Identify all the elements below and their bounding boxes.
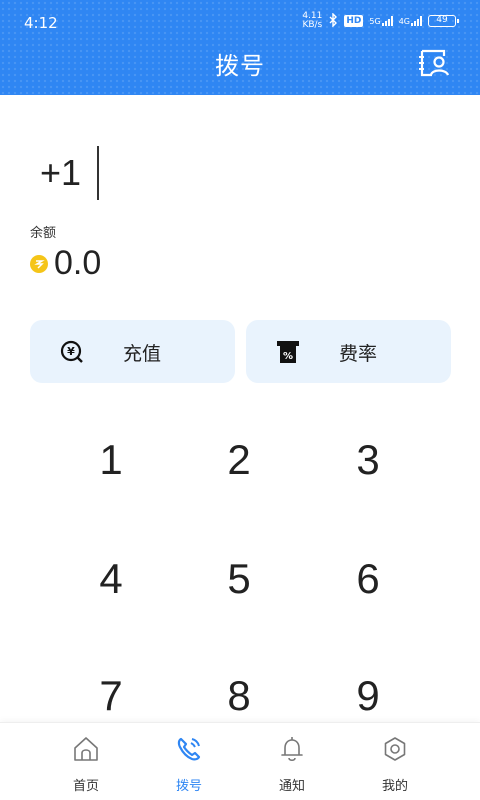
page-title: 拨号 <box>215 52 265 80</box>
nav-label-notifications: 通知 <box>278 779 305 794</box>
dial-number-input[interactable]: +1 <box>40 145 100 200</box>
recharge-icon: ¥ <box>60 340 83 363</box>
country-code[interactable]: +1 <box>40 152 81 194</box>
status-bar: 4:12 4.11 KB/s HD 5G 4G 49 <box>0 0 480 44</box>
balance-row: 0.0 <box>30 244 101 283</box>
bell-icon <box>281 737 303 762</box>
keypad-key-1[interactable]: 1 <box>51 420 171 500</box>
nav-item-home[interactable]: 首页 <box>31 733 141 795</box>
nav-label-dial: 拨号 <box>175 779 202 794</box>
recharge-button[interactable]: ¥ 充值 <box>30 320 235 383</box>
nav-item-profile[interactable]: 我的 <box>340 733 450 795</box>
nav-item-dial[interactable]: 拨号 <box>134 733 244 795</box>
keypad-key-3[interactable]: 3 <box>308 420 428 500</box>
signal-5g: 5G <box>369 16 393 26</box>
keypad-key-6[interactable]: 6 <box>308 539 428 619</box>
signal-bars-icon <box>381 16 393 26</box>
status-time: 4:12 <box>24 14 58 32</box>
coin-icon <box>30 254 48 273</box>
svg-text:%: % <box>283 351 293 362</box>
signal-4g: 4G <box>399 16 422 26</box>
svg-text:¥: ¥ <box>67 345 75 358</box>
recharge-label: 充值 <box>123 343 162 365</box>
status-icons: 4.11 KB/s HD 5G 4G 49 <box>302 11 459 30</box>
signal-bars-icon <box>411 16 422 26</box>
nav-label-profile: 我的 <box>381 779 408 794</box>
balance-value: 0.0 <box>54 244 102 282</box>
bluetooth-icon <box>328 11 338 30</box>
keypad-key-4[interactable]: 4 <box>51 539 171 619</box>
keypad-key-5[interactable]: 5 <box>179 539 299 619</box>
app-header: 4:12 4.11 KB/s HD 5G 4G 49 拨号 <box>0 0 480 95</box>
signal-5g-label: 5G <box>369 17 381 26</box>
phone-icon <box>177 737 201 761</box>
nav-item-notifications[interactable]: 通知 <box>237 733 347 795</box>
battery-icon: 49 <box>428 15 459 27</box>
balance-label: 余额 <box>30 226 57 241</box>
keypad-key-2[interactable]: 2 <box>179 420 299 500</box>
rates-icon: % <box>277 341 299 363</box>
hd-badge: HD <box>344 15 364 27</box>
contacts-button[interactable] <box>418 48 450 78</box>
text-cursor <box>97 145 100 200</box>
gear-icon <box>384 737 406 761</box>
rates-button[interactable]: % 费率 <box>246 320 451 383</box>
signal-4g-label: 4G <box>398 17 410 26</box>
rates-label: 费率 <box>339 343 378 365</box>
network-speed: 4.11 KB/s <box>302 11 323 30</box>
contacts-icon <box>419 49 450 77</box>
home-icon <box>74 737 98 761</box>
bottom-navigation: 首页 拨号 通知 我的 <box>0 722 480 800</box>
nav-label-home: 首页 <box>72 779 99 794</box>
